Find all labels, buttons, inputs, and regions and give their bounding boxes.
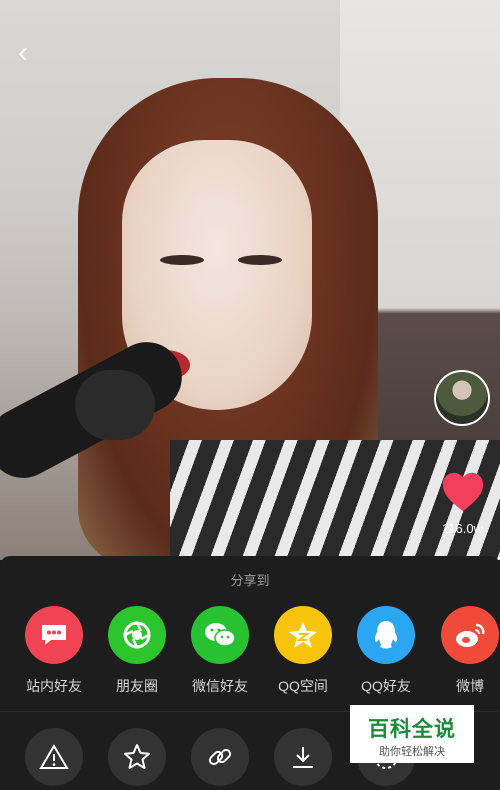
watermark-logo: 百科全说 助你轻松解决 xyxy=(350,705,474,763)
person-eye-left xyxy=(160,255,204,265)
link-icon xyxy=(208,748,232,766)
warning-icon xyxy=(39,744,69,769)
weibo-icon xyxy=(441,606,499,664)
back-button[interactable]: ‹ xyxy=(18,38,28,68)
share-target-label: QQ空间 xyxy=(278,678,328,694)
share-target-label: 朋友圈 xyxy=(116,678,158,694)
qq-penguin-icon xyxy=(357,606,415,664)
like-count: 116.0w xyxy=(442,521,483,536)
share-target-inapp-friends[interactable]: 站内好友 xyxy=(14,606,94,696)
copy-link-button[interactable] xyxy=(191,728,249,786)
creator-avatar[interactable] xyxy=(434,370,490,426)
qzone-star-icon xyxy=(274,606,332,664)
share-target-weibo[interactable]: 微博 xyxy=(430,606,500,696)
report-button[interactable] xyxy=(25,728,83,786)
favorite-button[interactable] xyxy=(108,728,166,786)
share-target-qzone[interactable]: QQ空间 xyxy=(263,606,343,696)
star-icon xyxy=(124,744,150,769)
moments-aperture-icon xyxy=(108,606,166,664)
share-target-label: QQ好友 xyxy=(361,678,411,694)
chat-bubble-icon xyxy=(25,606,83,664)
share-target-moments[interactable]: 朋友圈 xyxy=(97,606,177,696)
share-targets-row: 站内好友 朋友圈 微信好友 QQ空间 QQ好友 微博 xyxy=(0,606,500,706)
share-sheet-title: 分享到 xyxy=(230,573,270,588)
person-eye-right xyxy=(238,255,282,265)
share-target-label: 微博 xyxy=(456,678,484,694)
share-target-wechat-friends[interactable]: 微信好友 xyxy=(180,606,260,696)
share-target-qq-friends[interactable]: QQ好友 xyxy=(346,606,426,696)
microphone-head xyxy=(75,370,155,440)
video-player[interactable] xyxy=(0,0,500,560)
heart-icon[interactable] xyxy=(440,470,486,516)
share-target-label: 站内好友 xyxy=(26,678,82,694)
watermark-subtitle: 助你轻松解决 xyxy=(379,746,445,758)
share-target-label: 微信好友 xyxy=(192,678,248,694)
download-button[interactable] xyxy=(274,728,332,786)
wechat-icon xyxy=(191,606,249,664)
download-icon xyxy=(293,747,313,768)
chevron-left-icon: ‹ xyxy=(18,36,28,69)
watermark-title: 百科全说 xyxy=(368,718,456,741)
